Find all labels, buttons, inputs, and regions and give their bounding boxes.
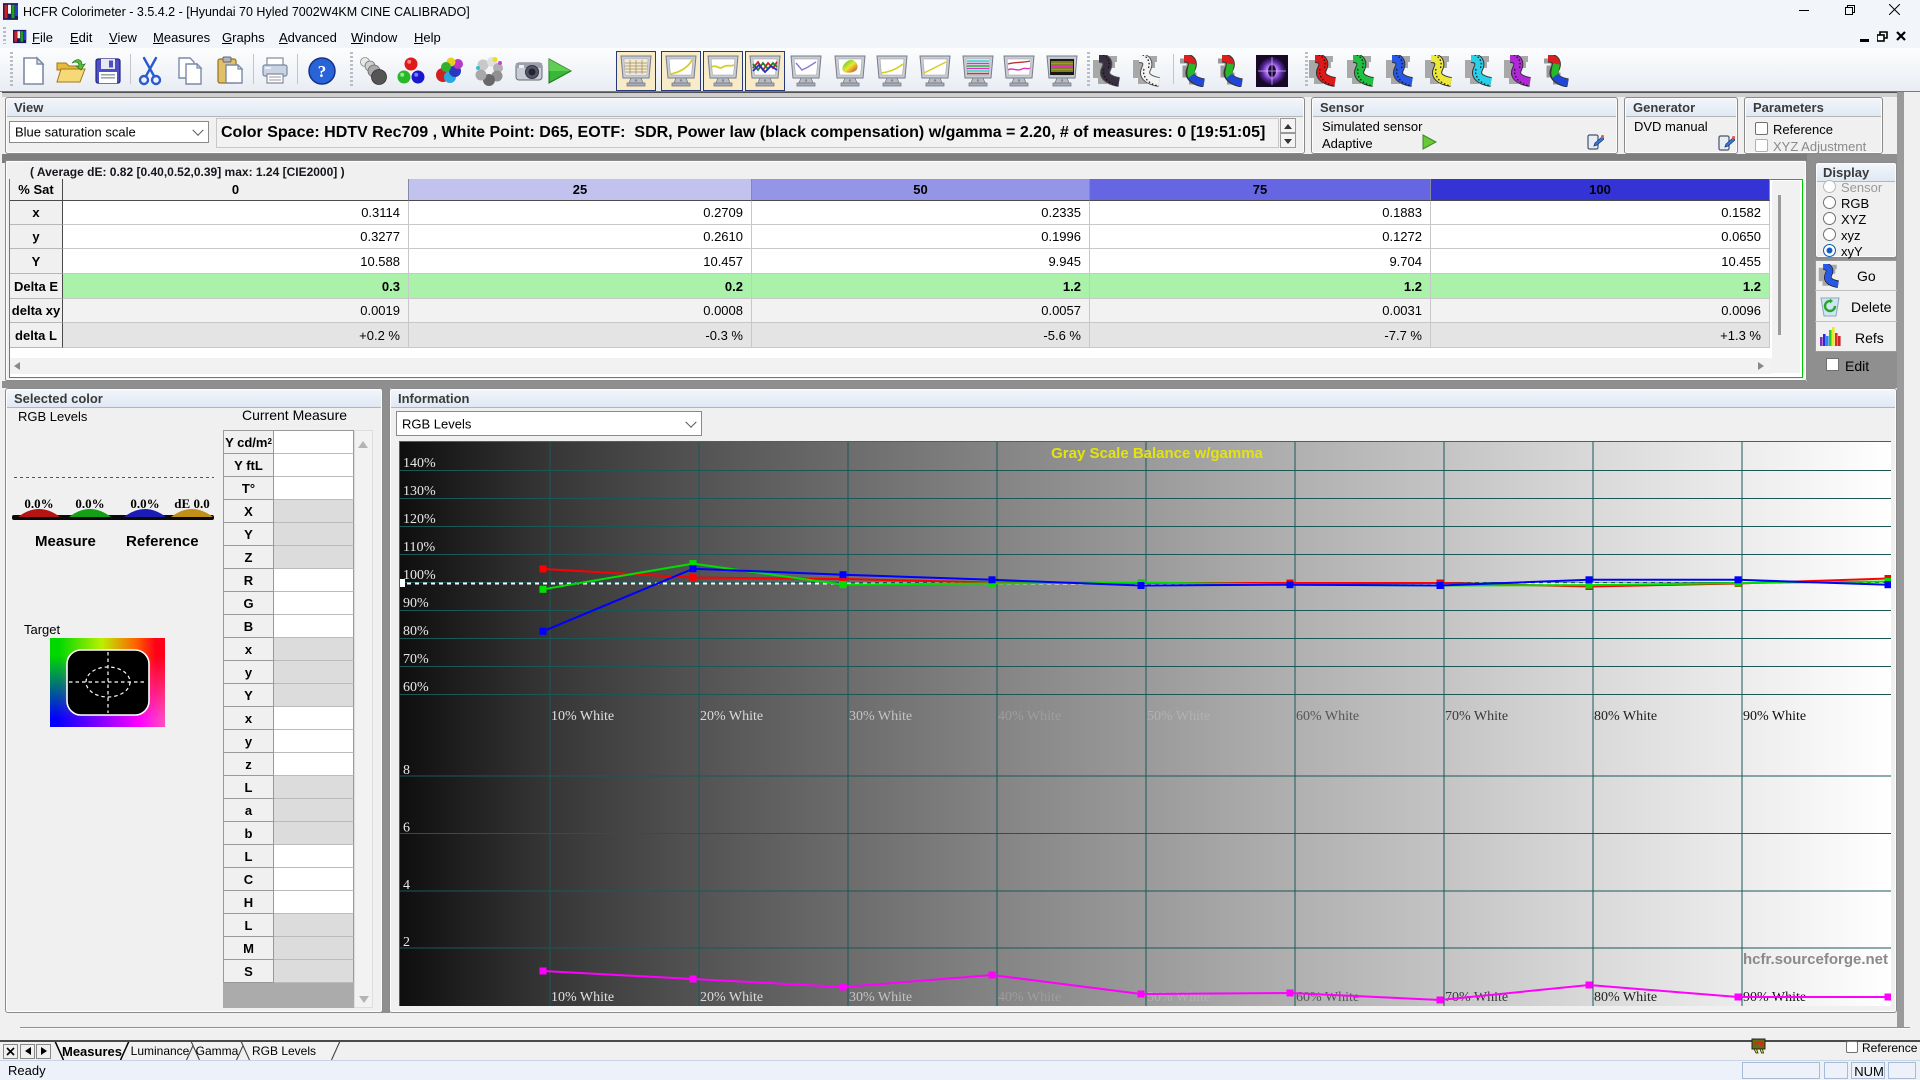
svg-text:50% White: 50% White [1147, 990, 1210, 1005]
svg-text:10% White: 10% White [551, 709, 614, 724]
svg-text:60% White: 60% White [1296, 709, 1359, 724]
svg-text:100%: 100% [403, 568, 436, 583]
svg-text:2: 2 [403, 935, 410, 950]
svg-text:20% White: 20% White [700, 709, 763, 724]
svg-text:80%: 80% [403, 624, 429, 639]
svg-text:?: ? [318, 62, 327, 81]
svg-text:hcfr.sourceforge.net: hcfr.sourceforge.net [1743, 951, 1888, 968]
svg-text:90%: 90% [403, 596, 429, 611]
svg-text:40% White: 40% White [998, 709, 1061, 724]
svg-text:110%: 110% [403, 540, 435, 555]
svg-text:30% White: 30% White [849, 709, 912, 724]
svg-text:70%: 70% [403, 652, 429, 667]
svg-text:140%: 140% [403, 456, 436, 471]
svg-text:10% White: 10% White [551, 990, 614, 1005]
svg-text:30% White: 30% White [849, 990, 912, 1005]
svg-text:70% White: 70% White [1445, 990, 1508, 1005]
svg-text:4: 4 [403, 878, 410, 893]
svg-text:20% White: 20% White [700, 990, 763, 1005]
svg-text:6: 6 [403, 820, 410, 835]
svg-text:60%: 60% [403, 680, 429, 695]
svg-text:60% White: 60% White [1296, 990, 1359, 1005]
svg-text:120%: 120% [403, 512, 436, 527]
svg-text:8: 8 [403, 763, 410, 778]
svg-text:80% White: 80% White [1594, 990, 1657, 1005]
svg-text:130%: 130% [403, 484, 436, 499]
svg-text:Gray Scale Balance w/gamma: Gray Scale Balance w/gamma [1051, 445, 1263, 462]
svg-text:50% White: 50% White [1147, 709, 1210, 724]
svg-text:40% White: 40% White [998, 990, 1061, 1005]
svg-text:70% White: 70% White [1445, 709, 1508, 724]
svg-text:90% White: 90% White [1743, 709, 1806, 724]
svg-text:80% White: 80% White [1594, 709, 1657, 724]
